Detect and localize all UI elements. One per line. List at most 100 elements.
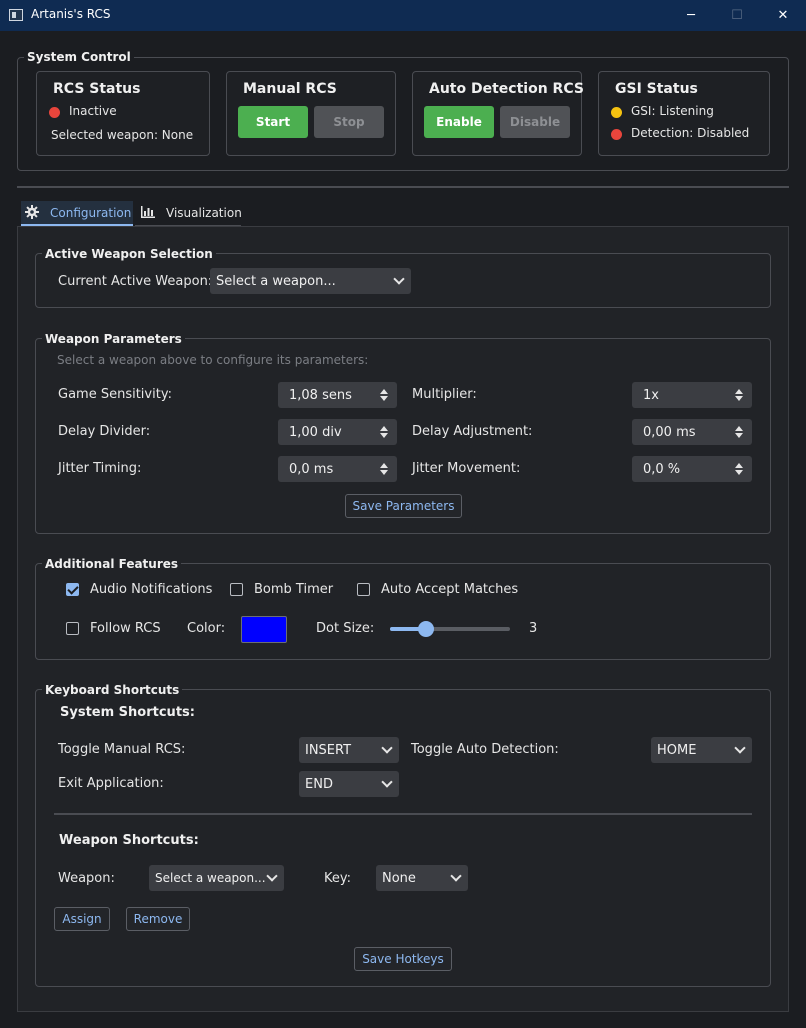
key-label: Key: [324,871,352,886]
jitter-movement-value: 0,0 % [643,461,681,477]
jitter-timing-value: 0,0 ms [289,461,334,477]
color-label: Color: [187,621,226,636]
system-control-title: System Control [24,50,134,64]
toggle-auto-value: HOME [657,742,697,758]
dot-size-label: Dot Size: [316,621,375,636]
delay-adjustment-label: Delay Adjustment: [412,424,533,439]
slider-handle[interactable] [418,621,434,637]
title-bar: Artanis's RCS ─ ☐ ✕ [0,0,806,31]
delay-divider-label: Delay Divider: [58,424,151,439]
save-parameters-button[interactable]: Save Parameters [345,494,462,518]
spin-down-icon[interactable] [735,470,743,475]
spin-up-icon[interactable] [735,389,743,394]
selected-weapon-text: Selected weapon: None [51,128,194,142]
current-weapon-label: Current Active Weapon: [58,274,213,289]
multiplier-spinbox[interactable]: 1x [632,382,752,408]
game-sensitivity-label: Game Sensitivity: [58,387,172,402]
features-title: Additional Features [42,557,182,571]
auto-accept-label[interactable]: Auto Accept Matches [381,582,518,597]
jitter-timing-spinbox[interactable]: 0,0 ms [278,456,397,482]
active-weapon-title: Active Weapon Selection [42,247,216,261]
gsi-indicator [611,107,622,118]
key-select[interactable]: None [376,865,468,891]
remove-button[interactable]: Remove [126,907,190,931]
game-sensitivity-spinbox[interactable]: 1,08 sens [278,382,397,408]
chevron-down-icon [381,776,393,788]
gear-icon [25,205,39,219]
bomb-timer-checkbox[interactable] [230,583,243,596]
active-weapon-value: Select a weapon... [216,273,336,289]
detection-text: Detection: Disabled [631,126,750,140]
assign-button[interactable]: Assign [54,907,110,931]
toggle-manual-select[interactable]: INSERT [299,737,399,763]
multiplier-label: Multiplier: [412,387,477,402]
chevron-down-icon [381,742,393,754]
weapon-params-title: Weapon Parameters [42,332,185,346]
weapon-params-hint: Select a weapon above to configure its p… [57,353,369,367]
splitter[interactable] [17,186,789,188]
tab-visualization[interactable]: Visualization [135,201,242,226]
follow-rcs-checkbox[interactable] [66,622,79,635]
spin-up-icon[interactable] [380,389,388,394]
detection-indicator [611,129,622,140]
features-group [35,563,771,660]
weapon-shortcut-select[interactable]: Select a weapon... [149,865,284,891]
shortcuts-title: Keyboard Shortcuts [42,683,183,697]
chevron-down-icon [450,870,462,882]
spin-down-icon[interactable] [380,396,388,401]
gsi-status-title: GSI Status [615,81,698,97]
delay-divider-value: 1,00 div [289,424,342,440]
color-picker-button[interactable] [241,616,287,643]
key-value: None [382,870,416,886]
window-title: Artanis's RCS [31,7,111,21]
rcs-status-text: Inactive [69,104,117,118]
manual-rcs-title: Manual RCS [243,81,337,97]
enable-button[interactable]: Enable [424,106,494,138]
toggle-manual-value: INSERT [305,742,352,758]
delay-adjustment-value: 0,00 ms [643,424,696,440]
spin-up-icon[interactable] [380,426,388,431]
spin-down-icon[interactable] [735,433,743,438]
rcs-status-title: RCS Status [53,81,141,97]
maximize-button[interactable]: ☐ [714,0,760,31]
game-sensitivity-value: 1,08 sens [289,387,352,403]
audio-notifications-checkbox[interactable] [66,583,79,596]
spin-up-icon[interactable] [380,463,388,468]
start-button[interactable]: Start [238,106,308,138]
audio-notifications-label[interactable]: Audio Notifications [90,582,212,597]
weapon-shortcut-value: Select a weapon... [155,871,266,885]
tab-configuration[interactable]: Configuration [21,201,133,226]
auto-accept-checkbox[interactable] [357,583,370,596]
minimize-button[interactable]: ─ [668,0,714,31]
tab-configuration-label: Configuration [50,206,132,220]
exit-app-value: END [305,776,333,792]
jitter-movement-spinbox[interactable]: 0,0 % [632,456,752,482]
rcs-status-indicator [49,107,60,118]
app-icon [9,9,23,21]
bomb-timer-label[interactable]: Bomb Timer [254,582,333,597]
follow-rcs-label[interactable]: Follow RCS [90,621,161,636]
dot-size-slider[interactable] [390,619,510,639]
stop-button[interactable]: Stop [314,106,384,138]
exit-app-select[interactable]: END [299,771,399,797]
weapon-shortcuts-title: Weapon Shortcuts: [59,833,199,848]
spin-down-icon[interactable] [380,433,388,438]
delay-divider-spinbox[interactable]: 1,00 div [278,419,397,445]
tab-visualization-label: Visualization [166,206,242,220]
chevron-down-icon [266,870,278,882]
chevron-down-icon [393,273,405,285]
shortcuts-divider [54,813,752,815]
spin-down-icon[interactable] [380,470,388,475]
delay-adjustment-spinbox[interactable]: 0,00 ms [632,419,752,445]
disable-button[interactable]: Disable [500,106,570,138]
active-weapon-select[interactable]: Select a weapon... [210,268,411,294]
spin-up-icon[interactable] [735,426,743,431]
toggle-auto-select[interactable]: HOME [651,737,752,763]
chevron-down-icon [734,742,746,754]
spin-down-icon[interactable] [735,396,743,401]
jitter-timing-label: Jitter Timing: [58,461,142,476]
save-hotkeys-button[interactable]: Save Hotkeys [354,947,452,971]
spin-up-icon[interactable] [735,463,743,468]
toggle-manual-label: Toggle Manual RCS: [58,742,186,757]
close-button[interactable]: ✕ [760,0,806,31]
